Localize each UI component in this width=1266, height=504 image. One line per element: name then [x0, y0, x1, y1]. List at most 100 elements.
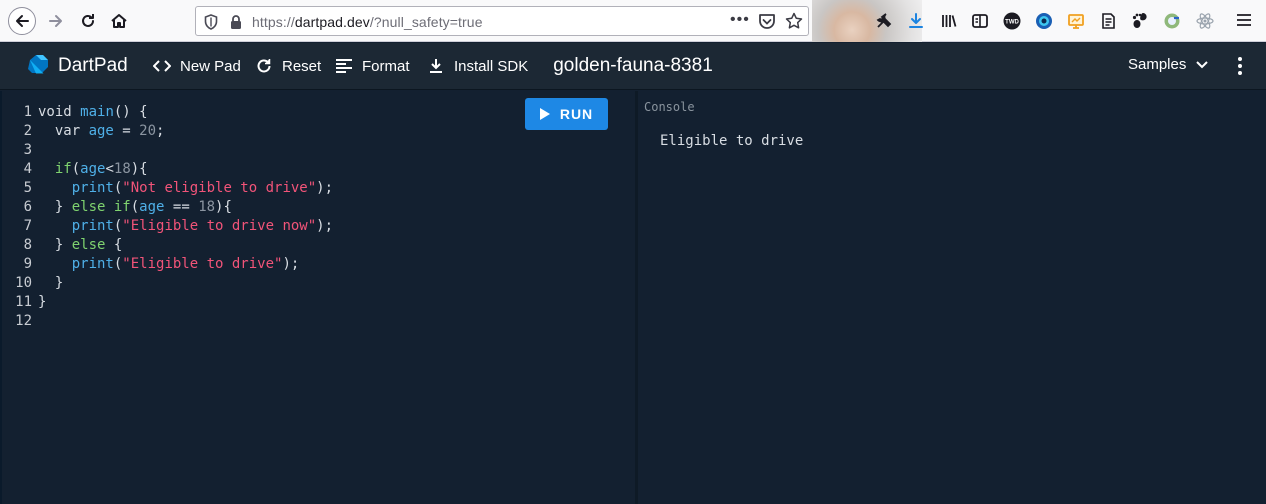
code-token: "Eligible to drive" [122, 256, 283, 272]
notes-icon[interactable] [1098, 11, 1118, 31]
line-text: void main() { [38, 103, 148, 122]
code-token: "Not eligible to drive" [122, 180, 317, 196]
line-text: } else if(age == 18){ [38, 198, 232, 217]
play-icon [539, 108, 550, 120]
format-button[interactable]: Format [334, 55, 410, 77]
line-number: 2 [23, 123, 32, 139]
line-text: var age = 20; [38, 122, 165, 141]
code-token: age [139, 199, 165, 215]
url-text[interactable]: https://dartpad.dev/?null_safety=true [252, 14, 483, 30]
code-line[interactable]: 6 } else if(age == 18){ [2, 198, 333, 217]
code-token: main [80, 104, 114, 120]
react-icon[interactable] [1195, 11, 1215, 31]
code-token: if [38, 161, 72, 177]
line-text: print("Eligible to drive"); [38, 255, 300, 274]
code-line[interactable]: 7 print("Eligible to drive now"); [2, 217, 333, 236]
line-number: 6 [23, 199, 32, 215]
code-token: void [38, 104, 81, 120]
code-token: else if [71, 199, 131, 215]
reset-button[interactable]: Reset [254, 55, 321, 77]
code-lines[interactable]: 1 void main() {2 var age = 20; 3 4 if(age<1… [2, 103, 333, 331]
code-token: () { [113, 104, 148, 120]
globe-icon[interactable] [1034, 11, 1054, 31]
puzzle-icon[interactable] [1162, 11, 1182, 31]
code-token: ){ [215, 199, 232, 215]
dart-logo-icon[interactable] [26, 54, 50, 78]
screen-icon[interactable] [1066, 11, 1086, 31]
code-token: 18 [113, 161, 131, 177]
more-vert-icon[interactable] [1232, 55, 1248, 77]
code-token: ); [316, 180, 334, 196]
code-line[interactable]: 9 print("Eligible to drive"); [2, 255, 333, 274]
line-number: 3 [23, 142, 32, 158]
code-line[interactable]: 5 print("Not eligible to drive"); [2, 179, 333, 198]
console-output: Eligible to drive [660, 133, 804, 149]
url-prefix: https:// [252, 14, 295, 30]
line-text: print("Eligible to drive now"); [38, 217, 333, 236]
reload-button[interactable] [74, 7, 102, 35]
code-token: print [38, 180, 114, 196]
code-token: print [38, 256, 114, 272]
code-line[interactable]: 3 [2, 141, 333, 160]
code-token: ( [71, 161, 81, 177]
back-button[interactable] [8, 7, 36, 35]
line-number: 5 [23, 180, 32, 196]
line-number: 1 [23, 104, 32, 120]
line-number: 10 [15, 275, 32, 291]
code-token: = [113, 123, 140, 139]
code-line[interactable]: 11} [2, 293, 333, 312]
url-host: dartpad.dev [294, 14, 370, 30]
reset-label: Reset [282, 57, 322, 75]
line-text: } [38, 274, 63, 293]
twd-icon[interactable]: TWD [1002, 11, 1022, 31]
hamburger-menu-icon[interactable] [1236, 12, 1252, 28]
new-pad-button[interactable]: New Pad [152, 55, 241, 77]
page-actions-button[interactable]: ••• [730, 11, 750, 29]
reader-icon[interactable] [970, 11, 990, 31]
code-line[interactable]: 10 } [2, 274, 333, 293]
app-header: DartPad New Pad Reset Format Install SDK… [0, 43, 1266, 90]
code-token: print [38, 218, 114, 234]
code-token: 18 [198, 199, 216, 215]
library-icon[interactable] [939, 11, 959, 31]
install-sdk-button[interactable]: Install SDK [426, 55, 528, 77]
run-label: RUN [559, 106, 594, 122]
reload-icon [82, 14, 94, 27]
code-token: var [38, 123, 89, 139]
pocket-icon[interactable] [758, 13, 776, 30]
new-pad-label: New Pad [180, 57, 241, 75]
url-bar[interactable]: https://dartpad.dev/?null_safety=true ••… [195, 6, 809, 36]
code-editor[interactable]: 1 void main() {2 var age = 20; 3 4 if(age<1… [0, 91, 635, 504]
forward-button[interactable] [42, 7, 70, 35]
line-number: 4 [23, 161, 32, 177]
code-line[interactable]: 1 void main() { [2, 103, 333, 122]
code-line[interactable]: 8 } else { [2, 236, 333, 255]
app-title[interactable]: DartPad [58, 55, 128, 77]
chevron-down-icon [1196, 60, 1209, 68]
code-token: ){ [130, 161, 148, 177]
code-token: < [105, 161, 114, 177]
forward-arrow-icon [49, 15, 62, 27]
bookmark-star-icon[interactable] [785, 12, 803, 30]
console-panel: Console Eligible to drive [638, 91, 1266, 504]
install-sdk-label: Install SDK [454, 57, 529, 75]
run-button[interactable]: RUN [525, 98, 608, 130]
lock-icon[interactable] [229, 14, 243, 30]
code-line[interactable]: 4 if(age<18){ [2, 160, 333, 179]
code-token: ; [156, 123, 165, 139]
pad-name[interactable]: golden-fauna-8381 [553, 55, 713, 76]
browser-toolbar: https://dartpad.dev/?null_safety=true ••… [0, 0, 1266, 42]
code-line[interactable]: 2 var age = 20; [2, 122, 333, 141]
gnome-icon[interactable] [1130, 11, 1150, 31]
line-number: 9 [23, 256, 32, 272]
download-icon[interactable] [906, 11, 926, 31]
line-text: if(age<18){ [38, 160, 148, 179]
code-token: 20 [139, 123, 157, 139]
home-button[interactable] [105, 7, 133, 35]
samples-dropdown[interactable]: Samples [1128, 56, 1209, 73]
code-line[interactable]: 12 [2, 312, 333, 331]
line-text: } [38, 293, 46, 312]
format-align-icon [334, 56, 354, 76]
shield-icon[interactable] [204, 14, 218, 30]
wrench-icon[interactable] [874, 11, 894, 31]
